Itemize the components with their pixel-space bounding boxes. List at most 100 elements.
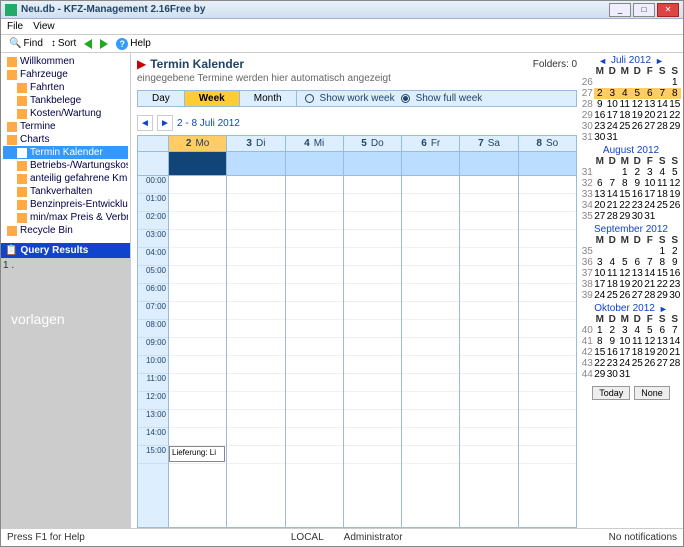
hour-cell[interactable] bbox=[402, 176, 459, 194]
hour-cell[interactable] bbox=[344, 356, 401, 374]
mini-day[interactable]: 23 bbox=[631, 200, 644, 211]
hour-cell[interactable] bbox=[227, 302, 284, 320]
mini-day[interactable]: 24 bbox=[644, 200, 657, 211]
mini-day[interactable]: 13 bbox=[644, 99, 657, 110]
hour-cell[interactable] bbox=[344, 338, 401, 356]
mini-day[interactable] bbox=[656, 132, 669, 143]
mini-day[interactable]: 31 bbox=[606, 132, 619, 143]
hour-cell[interactable] bbox=[169, 392, 226, 410]
hour-cell[interactable] bbox=[227, 284, 284, 302]
allday-cell[interactable] bbox=[519, 152, 576, 176]
hour-cell[interactable] bbox=[460, 320, 517, 338]
hour-cell[interactable] bbox=[227, 248, 284, 266]
tree-item[interactable]: Fahrten bbox=[3, 81, 128, 94]
mini-day[interactable]: 14 bbox=[606, 189, 619, 200]
mini-day[interactable]: 4 bbox=[656, 167, 669, 178]
day-header[interactable]: 6Fr bbox=[402, 136, 459, 152]
mini-day[interactable]: 18 bbox=[619, 110, 632, 121]
hour-cell[interactable] bbox=[344, 446, 401, 464]
none-button[interactable]: None bbox=[634, 386, 670, 400]
minimize-button[interactable]: _ bbox=[609, 3, 631, 17]
mini-day[interactable]: 8 bbox=[619, 178, 632, 189]
hour-cell[interactable] bbox=[169, 284, 226, 302]
hour-cell[interactable] bbox=[460, 392, 517, 410]
mini-day[interactable]: 3 bbox=[606, 88, 619, 99]
tree-item[interactable]: Fahrzeuge bbox=[3, 68, 128, 81]
hour-cell[interactable] bbox=[344, 176, 401, 194]
day-header[interactable]: 2Mo bbox=[169, 136, 226, 152]
view-week-button[interactable]: Week bbox=[185, 91, 240, 106]
hour-cell[interactable] bbox=[169, 176, 226, 194]
hour-cell[interactable] bbox=[460, 266, 517, 284]
mini-day[interactable]: 6 bbox=[631, 257, 644, 268]
hour-cell[interactable] bbox=[402, 428, 459, 446]
mini-day[interactable]: 12 bbox=[631, 99, 644, 110]
mini-day[interactable]: 9 bbox=[606, 336, 619, 347]
hour-cell[interactable] bbox=[402, 320, 459, 338]
mini-day[interactable]: 9 bbox=[669, 257, 682, 268]
hour-cell[interactable] bbox=[402, 446, 459, 464]
day-header[interactable]: 8So bbox=[519, 136, 576, 152]
mini-day[interactable]: 2 bbox=[631, 167, 644, 178]
mini-day[interactable]: 1 bbox=[656, 246, 669, 257]
allday-cell[interactable] bbox=[402, 152, 459, 176]
mini-day[interactable]: 24 bbox=[594, 290, 607, 301]
mini-next-button[interactable]: ► bbox=[659, 304, 668, 314]
mini-day[interactable]: 19 bbox=[644, 347, 657, 358]
mini-day[interactable]: 27 bbox=[644, 121, 657, 132]
mini-day[interactable] bbox=[594, 77, 607, 88]
hour-cell[interactable] bbox=[169, 374, 226, 392]
hour-cell[interactable] bbox=[344, 392, 401, 410]
mini-day[interactable]: 4 bbox=[631, 325, 644, 336]
mini-day[interactable] bbox=[669, 369, 682, 380]
hour-cell[interactable] bbox=[286, 446, 343, 464]
hour-cell[interactable] bbox=[402, 284, 459, 302]
mini-day[interactable]: 21 bbox=[606, 200, 619, 211]
mini-day[interactable]: 16 bbox=[594, 110, 607, 121]
mini-day[interactable]: 5 bbox=[619, 257, 632, 268]
hour-cell[interactable] bbox=[227, 194, 284, 212]
hour-cell[interactable] bbox=[460, 446, 517, 464]
find-button[interactable]: 🔍 Find bbox=[7, 38, 45, 49]
hour-cell[interactable] bbox=[227, 266, 284, 284]
allday-cell[interactable] bbox=[286, 152, 343, 176]
mini-day[interactable]: 14 bbox=[656, 99, 669, 110]
mini-day[interactable]: 26 bbox=[644, 358, 657, 369]
hour-cell[interactable] bbox=[227, 212, 284, 230]
hour-cell[interactable] bbox=[344, 410, 401, 428]
nav-forward-button[interactable] bbox=[98, 39, 110, 49]
mini-day[interactable] bbox=[619, 132, 632, 143]
hour-cell[interactable] bbox=[519, 428, 576, 446]
hour-cell[interactable] bbox=[402, 212, 459, 230]
mini-day[interactable]: 25 bbox=[631, 358, 644, 369]
mini-day[interactable] bbox=[656, 211, 669, 222]
hour-cell[interactable] bbox=[460, 410, 517, 428]
hour-cell[interactable] bbox=[344, 230, 401, 248]
hour-cell[interactable] bbox=[402, 392, 459, 410]
next-week-button[interactable]: ► bbox=[157, 115, 173, 131]
hour-cell[interactable] bbox=[519, 212, 576, 230]
tree-item[interactable]: min/max Preis & Verbrauch bbox=[3, 211, 128, 224]
calendar-event[interactable]: Lieferung: Li bbox=[169, 446, 225, 462]
mini-day[interactable]: 5 bbox=[669, 167, 682, 178]
mini-day[interactable]: 30 bbox=[606, 369, 619, 380]
mini-prev-button[interactable]: ◄ bbox=[598, 56, 607, 66]
hour-cell[interactable] bbox=[286, 392, 343, 410]
allday-cell[interactable] bbox=[227, 152, 284, 176]
mini-day[interactable]: 27 bbox=[631, 290, 644, 301]
hour-cell[interactable] bbox=[227, 230, 284, 248]
hour-cell[interactable] bbox=[169, 356, 226, 374]
hour-cell[interactable] bbox=[402, 194, 459, 212]
mini-day[interactable]: 30 bbox=[669, 290, 682, 301]
mini-day[interactable]: 20 bbox=[656, 347, 669, 358]
mini-day[interactable] bbox=[606, 167, 619, 178]
hour-cell[interactable] bbox=[286, 176, 343, 194]
hour-cell[interactable] bbox=[344, 320, 401, 338]
hour-cell[interactable] bbox=[519, 374, 576, 392]
mini-day[interactable] bbox=[656, 77, 669, 88]
hour-cell[interactable] bbox=[402, 338, 459, 356]
allday-cell[interactable] bbox=[344, 152, 401, 176]
mini-day[interactable]: 25 bbox=[606, 290, 619, 301]
day-column[interactable]: 6Fr bbox=[401, 136, 459, 527]
mini-day[interactable] bbox=[594, 246, 607, 257]
